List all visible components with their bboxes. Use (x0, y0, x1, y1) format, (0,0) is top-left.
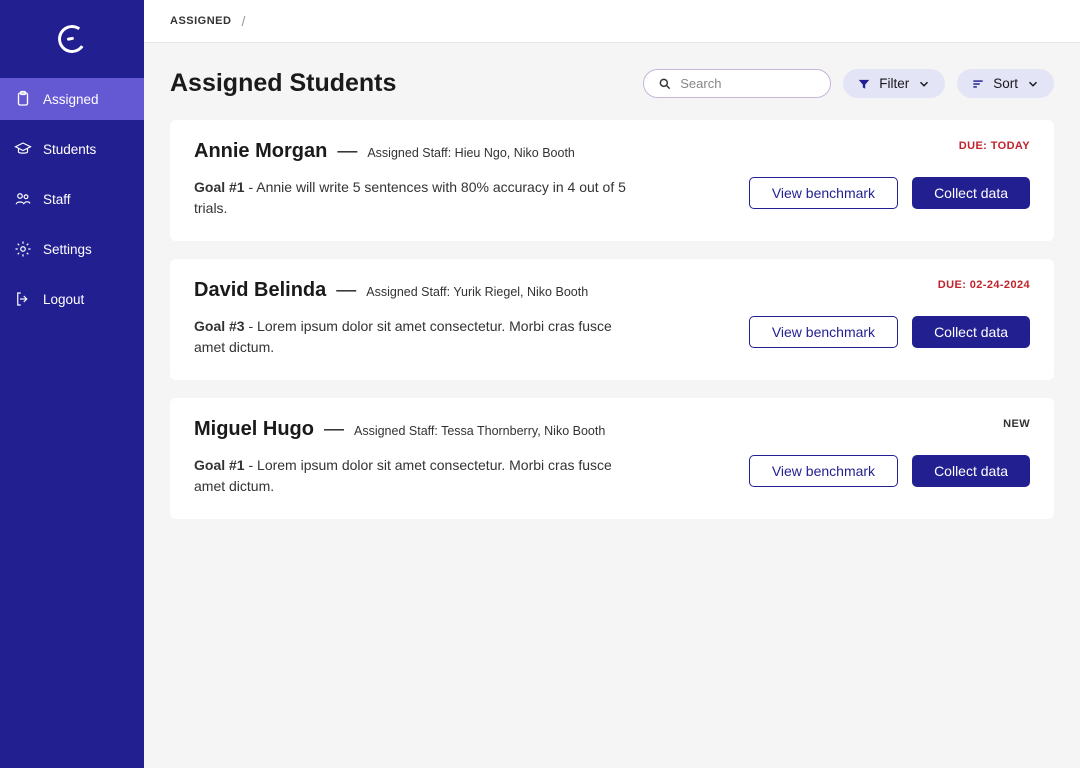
breadcrumb-item[interactable]: ASSIGNED (170, 15, 231, 27)
goal-description: - Annie will write 5 sentences with 80% … (194, 179, 626, 216)
filter-label: Filter (879, 76, 909, 91)
users-icon (14, 190, 32, 208)
view-benchmark-button[interactable]: View benchmark (749, 316, 898, 348)
sidebar-item-staff[interactable]: Staff (0, 178, 144, 220)
goal-label: Goal #1 (194, 457, 245, 473)
new-badge: NEW (1003, 418, 1030, 430)
assigned-staff: Assigned Staff: Yurik Riegel, Niko Booth (366, 285, 588, 299)
chevron-down-icon (1026, 77, 1040, 91)
sidebar-item-assigned[interactable]: Assigned (0, 78, 144, 120)
logo-wrap (0, 0, 144, 78)
card-header: Annie Morgan — Assigned Staff: Hieu Ngo,… (194, 140, 1030, 163)
view-benchmark-button[interactable]: View benchmark (749, 177, 898, 209)
goal-text: Goal #3 - Lorem ipsum dolor sit amet con… (194, 316, 634, 358)
student-card: NEW Miguel Hugo — Assigned Staff: Tessa … (170, 398, 1054, 519)
card-header: Miguel Hugo — Assigned Staff: Tessa Thor… (194, 418, 1030, 441)
card-body: Goal #1 - Lorem ipsum dolor sit amet con… (194, 455, 1030, 497)
clipboard-icon (14, 90, 32, 108)
gear-icon (14, 240, 32, 258)
sidebar-item-label: Students (43, 142, 96, 157)
sidebar-item-label: Logout (43, 292, 84, 307)
collect-data-button[interactable]: Collect data (912, 177, 1030, 209)
card-body: Goal #3 - Lorem ipsum dolor sit amet con… (194, 316, 1030, 358)
content-area: Assigned Students Filter (144, 43, 1080, 768)
nav-list: Assigned Students Staff Settings Logout (0, 78, 144, 328)
page-header: Assigned Students Filter (170, 69, 1054, 98)
collect-data-button[interactable]: Collect data (912, 455, 1030, 487)
view-benchmark-button[interactable]: View benchmark (749, 455, 898, 487)
card-header: David Belinda — Assigned Staff: Yurik Ri… (194, 279, 1030, 302)
separator: — (337, 140, 357, 163)
goal-description: - Lorem ipsum dolor sit amet consectetur… (194, 318, 612, 355)
goal-description: - Lorem ipsum dolor sit amet consectetur… (194, 457, 612, 494)
main-area: ASSIGNED / Assigned Students Filter (144, 0, 1080, 768)
filter-button[interactable]: Filter (843, 69, 945, 98)
goal-text: Goal #1 - Lorem ipsum dolor sit amet con… (194, 455, 634, 497)
sort-button[interactable]: Sort (957, 69, 1054, 98)
search-input[interactable] (680, 76, 856, 91)
assigned-staff: Assigned Staff: Hieu Ngo, Niko Booth (367, 146, 575, 160)
goal-label: Goal #1 (194, 179, 245, 195)
sidebar-item-label: Settings (43, 242, 92, 257)
student-card: DUE: 02-24-2024 David Belinda — Assigned… (170, 259, 1054, 380)
chevron-down-icon (917, 77, 931, 91)
student-name: David Belinda (194, 279, 326, 302)
breadcrumb-separator: / (241, 13, 245, 29)
sidebar-item-students[interactable]: Students (0, 128, 144, 170)
sidebar-item-label: Staff (43, 192, 71, 207)
sort-icon (971, 77, 985, 91)
assigned-staff: Assigned Staff: Tessa Thornberry, Niko B… (354, 424, 605, 438)
logout-icon (14, 290, 32, 308)
search-icon (658, 77, 672, 91)
card-actions: View benchmark Collect data (749, 316, 1030, 348)
separator: — (336, 279, 356, 302)
goal-label: Goal #3 (194, 318, 245, 334)
student-name: Annie Morgan (194, 140, 327, 163)
filter-icon (857, 77, 871, 91)
sort-label: Sort (993, 76, 1018, 91)
due-badge: DUE: 02-24-2024 (938, 279, 1030, 291)
sidebar-item-logout[interactable]: Logout (0, 278, 144, 320)
header-controls: Filter Sort (643, 69, 1054, 98)
separator: — (324, 418, 344, 441)
goal-text: Goal #1 - Annie will write 5 sentences w… (194, 177, 634, 219)
graduation-cap-icon (14, 140, 32, 158)
card-actions: View benchmark Collect data (749, 455, 1030, 487)
due-badge: DUE: TODAY (959, 140, 1030, 152)
collect-data-button[interactable]: Collect data (912, 316, 1030, 348)
app-logo-icon (56, 23, 88, 55)
breadcrumb: ASSIGNED / (144, 0, 1080, 43)
sidebar-item-settings[interactable]: Settings (0, 228, 144, 270)
sidebar-item-label: Assigned (43, 92, 99, 107)
card-body: Goal #1 - Annie will write 5 sentences w… (194, 177, 1030, 219)
student-card: DUE: TODAY Annie Morgan — Assigned Staff… (170, 120, 1054, 241)
page-title: Assigned Students (170, 69, 396, 98)
student-name: Miguel Hugo (194, 418, 314, 441)
card-actions: View benchmark Collect data (749, 177, 1030, 209)
search-box[interactable] (643, 69, 831, 98)
sidebar: Assigned Students Staff Settings Logout (0, 0, 144, 768)
